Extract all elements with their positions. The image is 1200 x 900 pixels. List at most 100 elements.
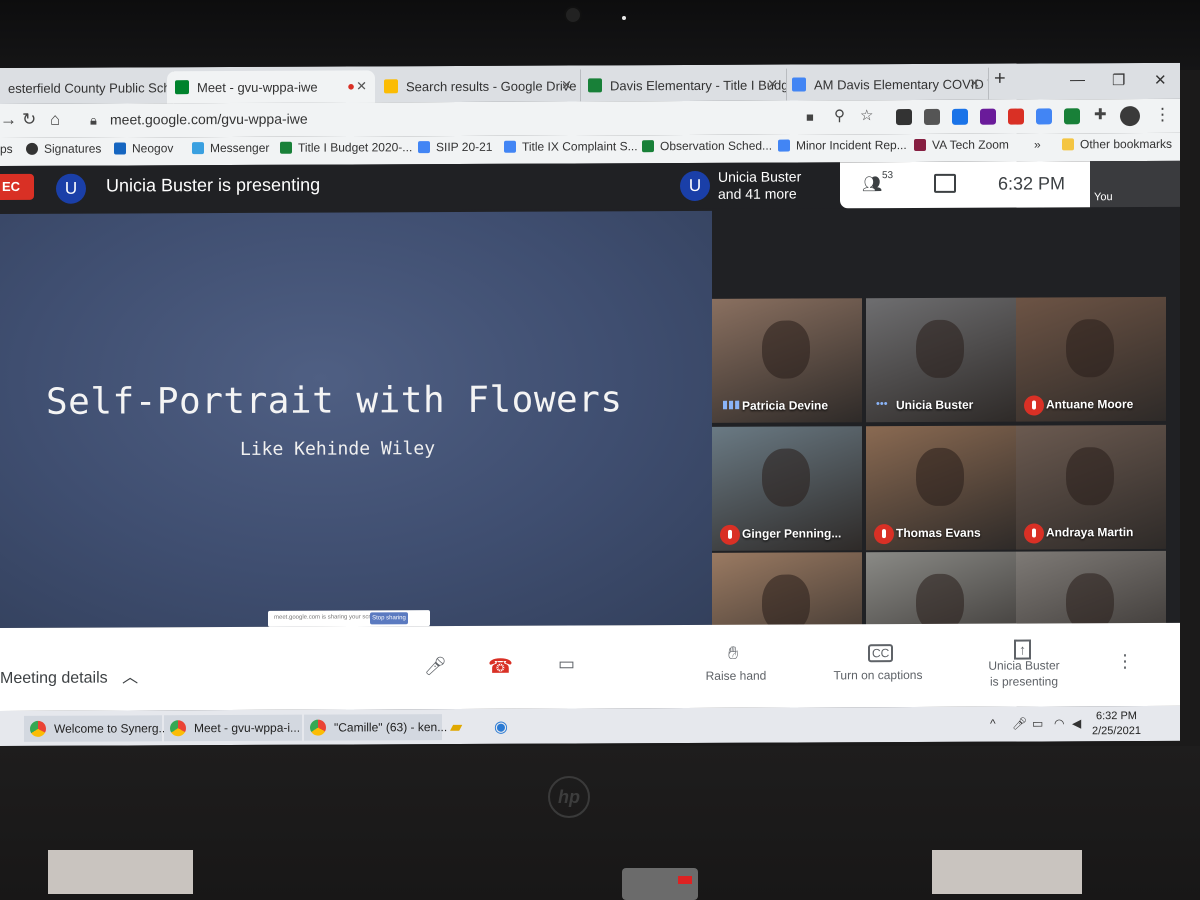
raise-hand-icon[interactable]: ✋︎ <box>728 643 738 664</box>
browser-tab[interactable]: esterfield County Public Scho <box>0 71 174 104</box>
bookmark[interactable]: Minor Incident Rep... <box>778 138 907 153</box>
qr-code-icon[interactable] <box>924 108 940 125</box>
close-window-icon[interactable]: ✕ <box>1154 71 1167 89</box>
vt-icon <box>914 138 926 152</box>
close-tab-icon[interactable]: ✕ <box>767 77 778 93</box>
taskbar-clock[interactable]: 6:32 PM 2/25/2021 <box>1092 709 1141 739</box>
captions-icon[interactable]: CC <box>868 644 894 663</box>
zoom-icon[interactable]: ⚲ <box>834 106 845 124</box>
people-icon[interactable]: 👥︎ <box>862 174 882 194</box>
browser-tab[interactable]: Search results - Google Drive ✕ <box>376 69 581 103</box>
extension-icon[interactable] <box>1008 108 1024 125</box>
puzzle-icon[interactable]: ✚ <box>1094 105 1107 123</box>
meeting-details-label: Meeting details <box>0 669 108 687</box>
meet-top-bar: EC U Unicia Buster is presenting U Unici… <box>0 160 1180 212</box>
participant-tile[interactable]: Antuane Moore <box>1016 296 1166 422</box>
camera-icon[interactable]: ▭ <box>558 653 575 674</box>
extension-icon[interactable] <box>896 109 912 126</box>
captions-button[interactable]: Turn on captions <box>818 668 938 683</box>
participant-tile[interactable]: Thomas Evans <box>866 425 1016 551</box>
participants-line2: and 41 more <box>718 185 797 202</box>
extension-icon[interactable] <box>1036 108 1052 125</box>
presenting-status-button[interactable]: Unicia Buster is presenting <box>974 657 1074 689</box>
more-bookmarks-button[interactable]: » <box>1034 137 1041 151</box>
extension-icon[interactable] <box>1064 108 1080 125</box>
taskbar-app[interactable]: "Camille" (63) - ken... <box>304 714 447 741</box>
tray-chevron-icon[interactable]: ^ <box>990 717 996 731</box>
wifi-icon[interactable]: ◠ <box>1054 716 1064 730</box>
tab-title: Search results - Google Drive <box>406 77 577 94</box>
bookmark[interactable]: SIIP 20-21 <box>418 140 492 154</box>
participant-video <box>916 447 964 507</box>
participant-name: Patricia Devine <box>742 398 829 413</box>
webcam-light <box>622 16 626 20</box>
participant-tile[interactable]: ▮▮▮ Patricia Devine <box>712 298 862 423</box>
taskbar-app[interactable]: Welcome to Synerg... <box>24 715 169 742</box>
participant-video <box>1066 319 1114 378</box>
participant-tile[interactable]: ••• Unicia Buster <box>866 297 1016 423</box>
browser-tab[interactable]: Davis Elementary - Title I Budg ✕ <box>580 68 787 102</box>
tab-title: AM Davis Elementary COVID Y <box>814 76 989 92</box>
reload-icon[interactable]: ↻ <box>22 110 36 130</box>
extension-icon[interactable] <box>952 108 968 125</box>
microphone-icon[interactable]: 🎤︎ <box>424 656 447 677</box>
new-tab-button[interactable]: + <box>994 68 1006 91</box>
star-icon[interactable]: ☆ <box>860 106 873 124</box>
address-bar-row: → ↻ ⌂ 🔒︎ meet.google.com/gvu-wppa-iwe ■ … <box>0 98 1180 138</box>
raise-hand-button[interactable]: Raise hand <box>696 669 776 683</box>
participant-name: Ginger Penning... <box>742 526 842 541</box>
browser-tab[interactable]: AM Davis Elementary COVID Y ✕ <box>784 67 989 101</box>
battery-icon[interactable]: ▭ <box>1032 716 1043 730</box>
minimize-icon[interactable]: — <box>1070 71 1085 88</box>
participant-tile[interactable]: Andraya Martin <box>1016 424 1166 550</box>
docs-icon <box>792 77 806 92</box>
file-explorer-icon[interactable]: ▰ <box>450 717 462 737</box>
bookmark[interactable]: Title I Budget 2020-... <box>280 140 412 155</box>
profile-avatar[interactable] <box>1120 106 1140 127</box>
bookmark[interactable]: Neogov <box>114 141 173 155</box>
app-icon[interactable]: ◉ <box>494 717 508 737</box>
meet-window: EC U Unicia Buster is presenting U Unici… <box>0 160 1180 711</box>
more-options-icon[interactable]: ⋮ <box>1116 651 1134 672</box>
sheets-icon <box>280 141 292 154</box>
bookmark[interactable]: Observation Sched... <box>642 139 772 154</box>
participants-summary[interactable]: Unicia Buster and 41 more <box>718 169 801 203</box>
url-field[interactable]: meet.google.com/gvu-wppa-iwe <box>110 104 810 131</box>
bookmark[interactable]: Title IX Complaint S... <box>504 139 638 154</box>
end-call-icon[interactable]: ☎ <box>488 654 513 679</box>
restore-icon[interactable]: ❐ <box>1112 71 1125 89</box>
hinge-right <box>932 850 1082 894</box>
audio-level-icon: ••• <box>876 398 888 411</box>
hinge-left <box>48 850 193 894</box>
participant-tile[interactable]: Ginger Penning... <box>712 426 862 551</box>
close-tab-icon[interactable]: ✕ <box>356 78 367 94</box>
stop-sharing-button[interactable]: Stop sharing <box>370 612 408 625</box>
volume-icon[interactable]: ◀ <box>1072 716 1081 730</box>
chrome-icon <box>30 720 46 737</box>
bookmark[interactable]: VA Tech Zoom <box>914 138 1009 152</box>
bookmark-label: Minor Incident Rep... <box>796 138 907 153</box>
menu-icon[interactable]: ⋮ <box>1154 105 1171 125</box>
home-icon[interactable]: ⌂ <box>50 110 60 130</box>
meeting-details-button[interactable]: Meeting details ︿ <box>0 663 138 688</box>
participant-avatar: U <box>680 170 710 202</box>
chat-icon[interactable] <box>934 173 956 193</box>
microphone-tray-icon[interactable]: 🎤︎ <box>1012 717 1027 731</box>
back-icon[interactable]: → <box>0 110 17 130</box>
bookmark[interactable]: Signatures <box>26 142 101 156</box>
bookmark-label: Other bookmarks <box>1080 136 1173 152</box>
camera-icon[interactable]: ■ <box>806 109 814 124</box>
extension-icon[interactable] <box>980 108 996 125</box>
bookmark[interactable]: Messenger <box>192 141 269 155</box>
taskbar-app[interactable]: Meet - gvu-wppa-i... <box>164 714 302 742</box>
browser-tab-active[interactable]: Meet - gvu-wppa-iwe ● ✕ <box>167 70 375 104</box>
bookmark[interactable]: Other bookmarks <box>1062 137 1172 151</box>
chrome-icon <box>170 720 186 737</box>
slide-title: Self-Portrait with Flowers <box>46 379 623 423</box>
close-tab-icon[interactable]: ✕ <box>969 76 980 92</box>
close-tab-icon[interactable]: ✕ <box>561 78 572 94</box>
windows-taskbar: Welcome to Synerg... Meet - gvu-wppa-i..… <box>0 705 1180 746</box>
bookmark[interactable]: ps <box>0 142 13 156</box>
muted-mic-icon <box>1024 395 1044 416</box>
share-bar-text: meet.google.com is sharing your screen. <box>274 614 383 621</box>
